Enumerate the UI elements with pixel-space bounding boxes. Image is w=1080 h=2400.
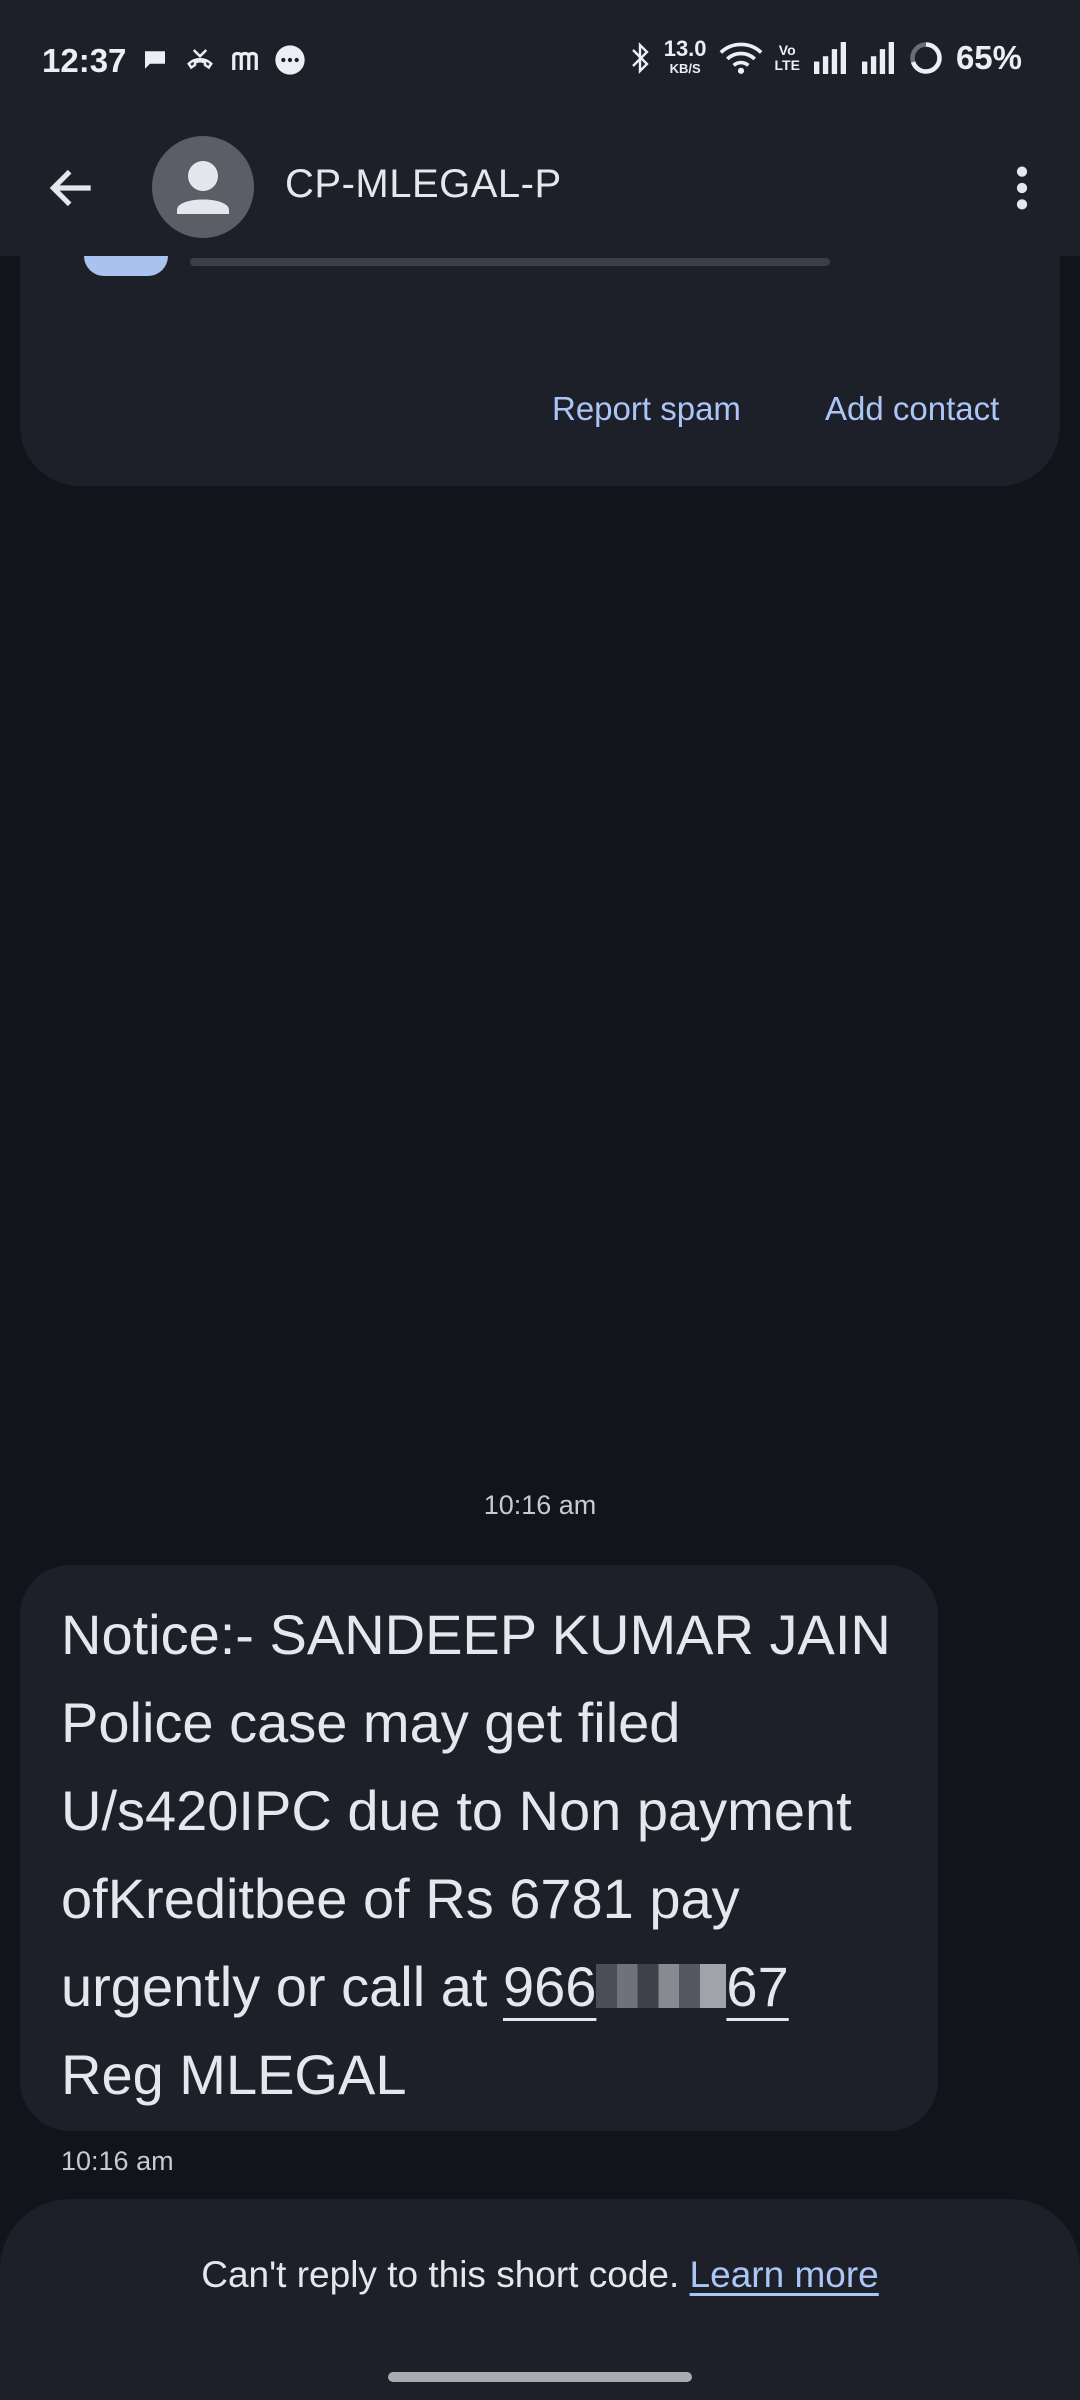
phone-prefix: 966: [502, 1955, 597, 2018]
notification-icons: [140, 44, 306, 76]
add-contact-button[interactable]: Add contact: [825, 390, 999, 428]
contact-name[interactable]: CP-MLEGAL-P: [285, 162, 562, 207]
conversation-header: CP-MLEGAL-P: [0, 120, 1080, 256]
short-code-notice-text: Can't reply to this short code.: [201, 2254, 690, 2295]
chat-bubble-icon: [145, 51, 165, 69]
net-speed: 13.0 KB/S: [664, 38, 707, 77]
learn-more-link[interactable]: Learn more: [690, 2254, 879, 2295]
net-speed-unit: KB/S: [669, 61, 701, 76]
message-timestamp: 10:16 am: [61, 2146, 174, 2176]
status-bar: 12:37 13.0 KB/S Vo LTE 65%: [0, 0, 1080, 120]
home-gesture-bar[interactable]: [388, 2372, 692, 2382]
volte-top: Vo: [778, 41, 796, 58]
bluetooth-icon: [631, 41, 649, 74]
more-bubble-icon: [275, 45, 305, 75]
redacted-digits: [596, 1964, 727, 2008]
more-options-icon[interactable]: [994, 160, 1050, 216]
date-separator: 10:16 am: [483, 1490, 597, 1520]
message-bubble[interactable]: Notice:- SANDEEP KUMAR JAIN Police case …: [20, 1565, 938, 2131]
message-text: Notice:- SANDEEP KUMAR JAIN Police case …: [61, 1591, 898, 2119]
message-text-after: Reg MLEGAL: [61, 2043, 407, 2106]
signal-icon-sim2: [861, 41, 894, 74]
volte-bottom: LTE: [774, 56, 800, 73]
spam-card: Report spam Add contact: [20, 256, 1060, 486]
avatar[interactable]: [152, 136, 254, 238]
spam-card-icon-peek: [84, 256, 168, 276]
phone-number-link[interactable]: 966 67: [503, 1955, 789, 2018]
report-spam-button[interactable]: Report spam: [552, 390, 741, 428]
wifi-icon: [719, 42, 762, 74]
back-arrow-icon[interactable]: [44, 160, 100, 216]
person-icon: [177, 161, 229, 214]
status-right-icons: 13.0 KB/S Vo LTE 65%: [628, 38, 1022, 77]
volte-indicator: Vo LTE: [774, 41, 800, 73]
missed-call-icon: [187, 49, 213, 70]
short-code-notice: Can't reply to this short code. Learn mo…: [0, 2254, 1080, 2296]
signal-icon-sim1: [813, 41, 846, 74]
status-time: 12:37: [42, 42, 127, 79]
battery-ring-icon: [910, 41, 942, 74]
battery-percent: 65%: [955, 38, 1022, 76]
phone-suffix: 67: [726, 1955, 789, 2018]
m-app-icon: [232, 51, 258, 70]
net-speed-value: 13.0: [663, 36, 707, 61]
spam-card-text-peek: [190, 258, 830, 266]
reply-disabled-footer: Can't reply to this short code. Learn mo…: [0, 2199, 1080, 2400]
